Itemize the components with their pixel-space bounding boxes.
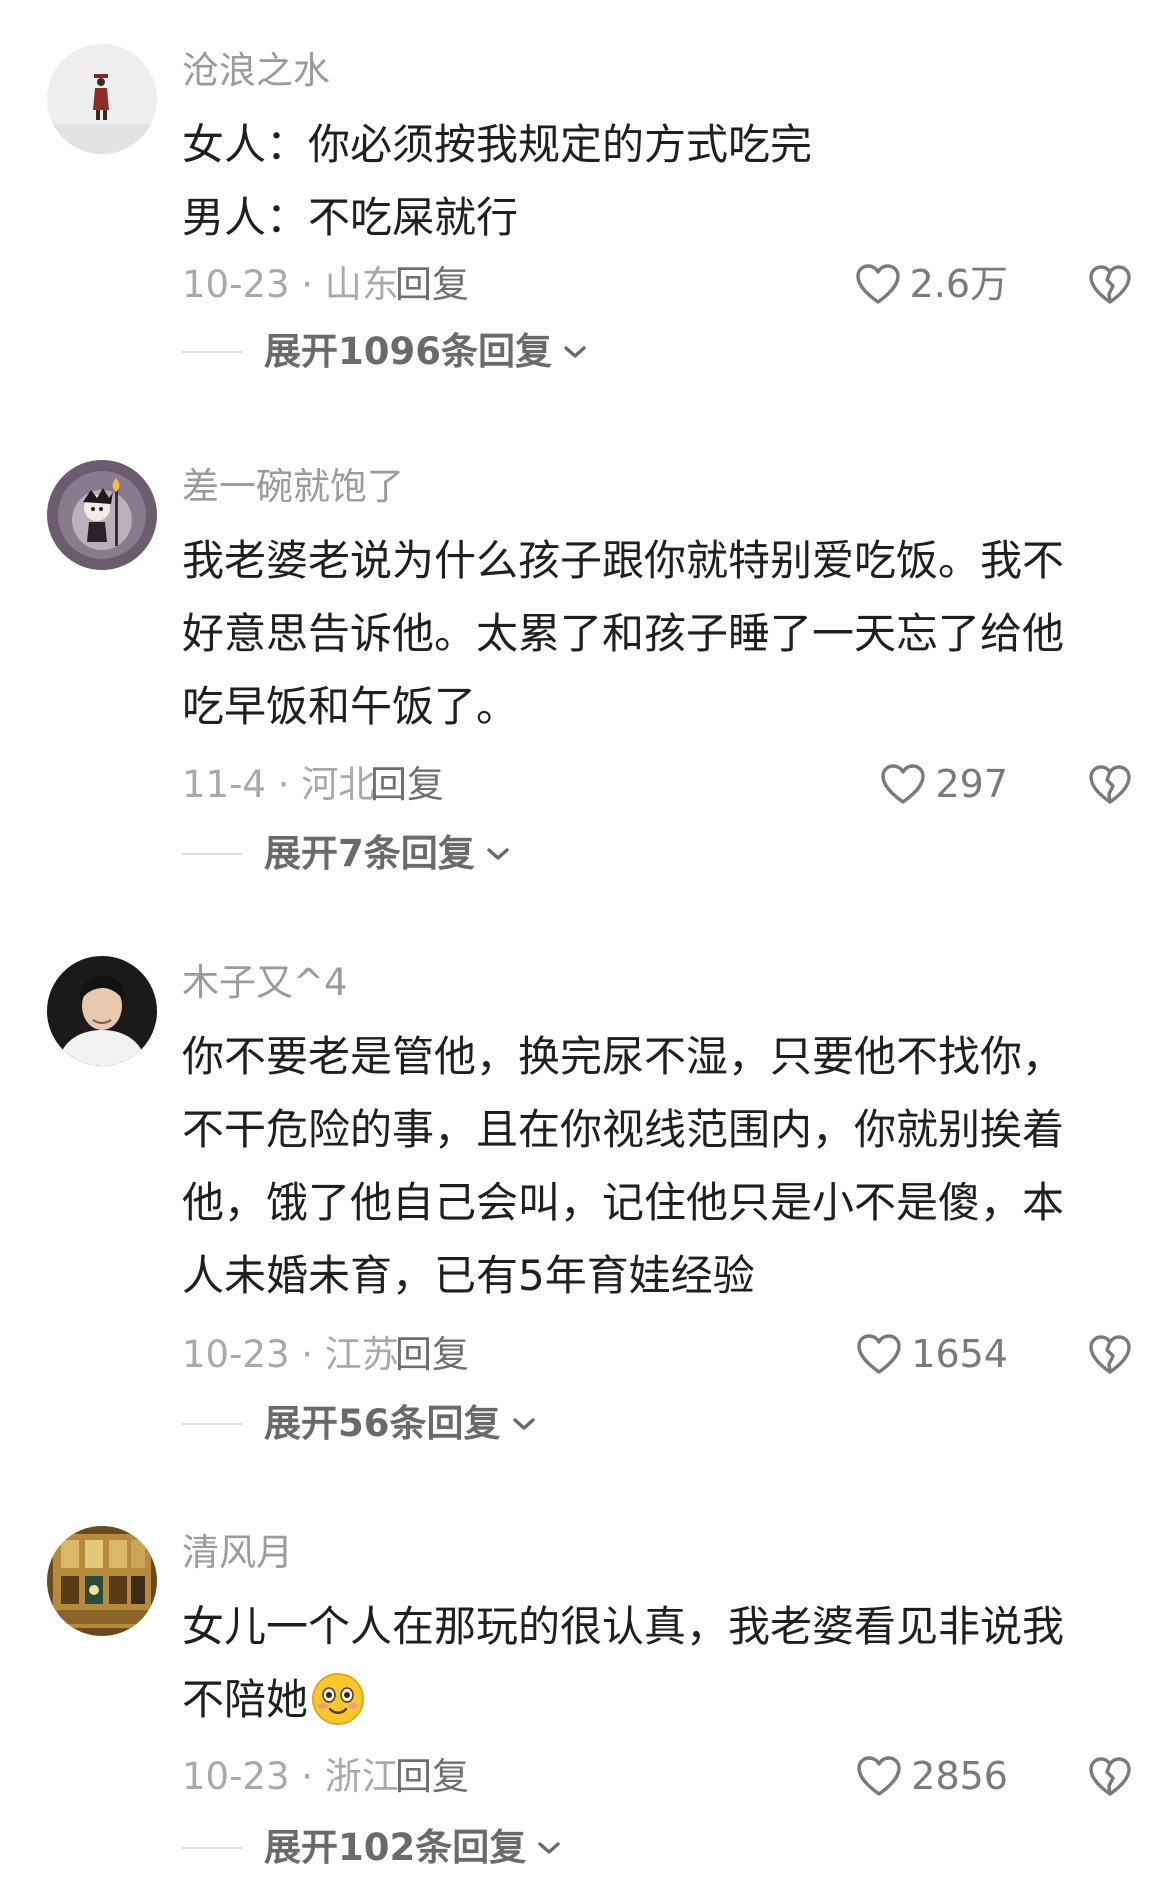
like-button[interactable]: 2.6万 bbox=[854, 256, 1008, 312]
comment-line-text: 不陪她 bbox=[182, 1675, 309, 1724]
broken-heart-icon bbox=[1089, 765, 1131, 804]
like-count: 2.6万 bbox=[909, 262, 1008, 306]
expand-replies-label: 展开1096条回复 bbox=[264, 330, 552, 373]
reply-button[interactable]: 回复 bbox=[395, 262, 469, 308]
comment-line: 女人：你必须按我规定的方式吃完 bbox=[182, 120, 813, 169]
comment-line: 人未婚未育，已有5年育娃经验 bbox=[182, 1251, 755, 1300]
expand-replies: 展开7条回复 bbox=[182, 828, 513, 880]
comment-line: 你不要老是管他，换完尿不湿，只要他不找你， bbox=[182, 1032, 1065, 1081]
avatar[interactable] bbox=[47, 1526, 157, 1636]
broken-heart-icon bbox=[1089, 265, 1131, 304]
comment-text: 你不要老是管他，换完尿不湿，只要他不找你， 不干危险的事，且在你视线范围内，你就… bbox=[182, 1020, 1122, 1312]
expand-replies-label: 展开7条回复 bbox=[264, 832, 475, 875]
comment-text: 女人：你必须按我规定的方式吃完 男人：不吃屎就行 bbox=[182, 108, 1122, 254]
comment-line: 好意思告诉他。太累了和孩子睡了一天忘了给他 bbox=[182, 609, 1065, 658]
date-location: 11-4 · 河北 bbox=[182, 763, 376, 806]
expand-replies-button[interactable]: 展开102条回复 bbox=[264, 1825, 564, 1871]
username[interactable]: 沧浪之水 bbox=[182, 48, 330, 94]
expand-replies: 展开102条回复 bbox=[182, 1822, 564, 1874]
divider bbox=[182, 853, 242, 855]
like-button[interactable]: 297 bbox=[879, 756, 1008, 812]
avatar-image bbox=[47, 44, 157, 154]
comment-text: 女儿一个人在那玩的很认真，我老婆看见非说我 不陪她 bbox=[182, 1590, 1122, 1736]
chevron-down-icon bbox=[512, 1418, 535, 1430]
heart-outline-icon bbox=[855, 264, 900, 304]
comment-meta: 10-23 · 浙江 回复 2856 bbox=[182, 1748, 1142, 1808]
like-button[interactable]: 1654 bbox=[855, 1326, 1008, 1382]
expand-replies-label: 展开102条回复 bbox=[264, 1826, 527, 1869]
username[interactable]: 差一碗就饱了 bbox=[182, 464, 404, 510]
like-count: 297 bbox=[935, 762, 1008, 806]
avatar-image bbox=[47, 460, 157, 570]
comment-line: 女儿一个人在那玩的很认真，我老婆看见非说我 bbox=[182, 1602, 1065, 1651]
chevron-down-icon bbox=[538, 1842, 560, 1854]
expand-replies-button[interactable]: 展开1096条回复 bbox=[264, 329, 590, 375]
divider bbox=[182, 1847, 242, 1849]
avatar-image bbox=[47, 956, 157, 1066]
divider bbox=[182, 1423, 242, 1425]
date-location: 10-23 · 浙江 bbox=[182, 1755, 399, 1798]
divider bbox=[182, 351, 242, 353]
heart-outline-icon bbox=[857, 1756, 901, 1796]
avatar-image bbox=[47, 1526, 157, 1636]
comment-line: 不干危险的事，且在你视线范围内，你就别挨着 bbox=[182, 1105, 1065, 1154]
reply-button[interactable]: 回复 bbox=[370, 762, 444, 808]
like-button[interactable]: 2856 bbox=[855, 1748, 1008, 1804]
comment-meta: 10-23 · 江苏 回复 1654 bbox=[182, 1326, 1142, 1386]
expand-replies-button[interactable]: 展开7条回复 bbox=[264, 831, 513, 877]
username[interactable]: 木子又^4 bbox=[182, 960, 348, 1006]
broken-heart-icon bbox=[1089, 1335, 1131, 1374]
comment-line: 我老婆老说为什么孩子跟你就特别爱吃饭。我不 bbox=[182, 536, 1065, 585]
reply-button[interactable]: 回复 bbox=[395, 1754, 469, 1800]
dislike-button[interactable] bbox=[1086, 260, 1134, 308]
heart-outline-icon bbox=[857, 1334, 901, 1374]
like-count: 1654 bbox=[911, 1332, 1008, 1376]
date-location: 10-23 · 山东 bbox=[182, 263, 399, 306]
like-count: 2856 bbox=[911, 1754, 1008, 1798]
comment-line: 他，饿了他自己会叫，记住他只是小不是傻，本 bbox=[182, 1178, 1065, 1227]
comment-meta: 11-4 · 河北 回复 297 bbox=[182, 756, 1142, 816]
dislike-button[interactable] bbox=[1086, 1752, 1134, 1800]
expand-replies: 展开56条回复 bbox=[182, 1398, 539, 1450]
chevron-down-icon bbox=[487, 848, 509, 860]
broken-heart-icon bbox=[1089, 1757, 1131, 1796]
expand-replies-button[interactable]: 展开56条回复 bbox=[264, 1401, 539, 1447]
expand-replies: 展开1096条回复 bbox=[182, 326, 590, 378]
dislike-button[interactable] bbox=[1086, 1330, 1134, 1378]
comment-line: 不陪她 bbox=[182, 1663, 1122, 1736]
date-location: 10-23 · 江苏 bbox=[182, 1333, 399, 1376]
dislike-button[interactable] bbox=[1086, 760, 1134, 808]
comment-text: 我老婆老说为什么孩子跟你就特别爱吃饭。我不 好意思告诉他。太累了和孩子睡了一天忘… bbox=[182, 524, 1122, 743]
reply-button[interactable]: 回复 bbox=[395, 1332, 469, 1378]
avatar[interactable] bbox=[47, 956, 157, 1066]
avatar[interactable] bbox=[47, 44, 157, 154]
comment-meta: 10-23 · 山东 回复 2.6万 bbox=[182, 256, 1142, 316]
blushing-smile-emoji bbox=[312, 1672, 365, 1725]
expand-replies-label: 展开56条回复 bbox=[264, 1402, 501, 1445]
chevron-down-icon bbox=[564, 346, 586, 358]
comment-line: 男人：不吃屎就行 bbox=[182, 193, 519, 242]
comment-line: 吃早饭和午饭了。 bbox=[182, 682, 519, 731]
avatar[interactable] bbox=[47, 460, 157, 570]
username[interactable]: 清风月 bbox=[182, 1530, 293, 1576]
heart-outline-icon bbox=[881, 764, 926, 804]
